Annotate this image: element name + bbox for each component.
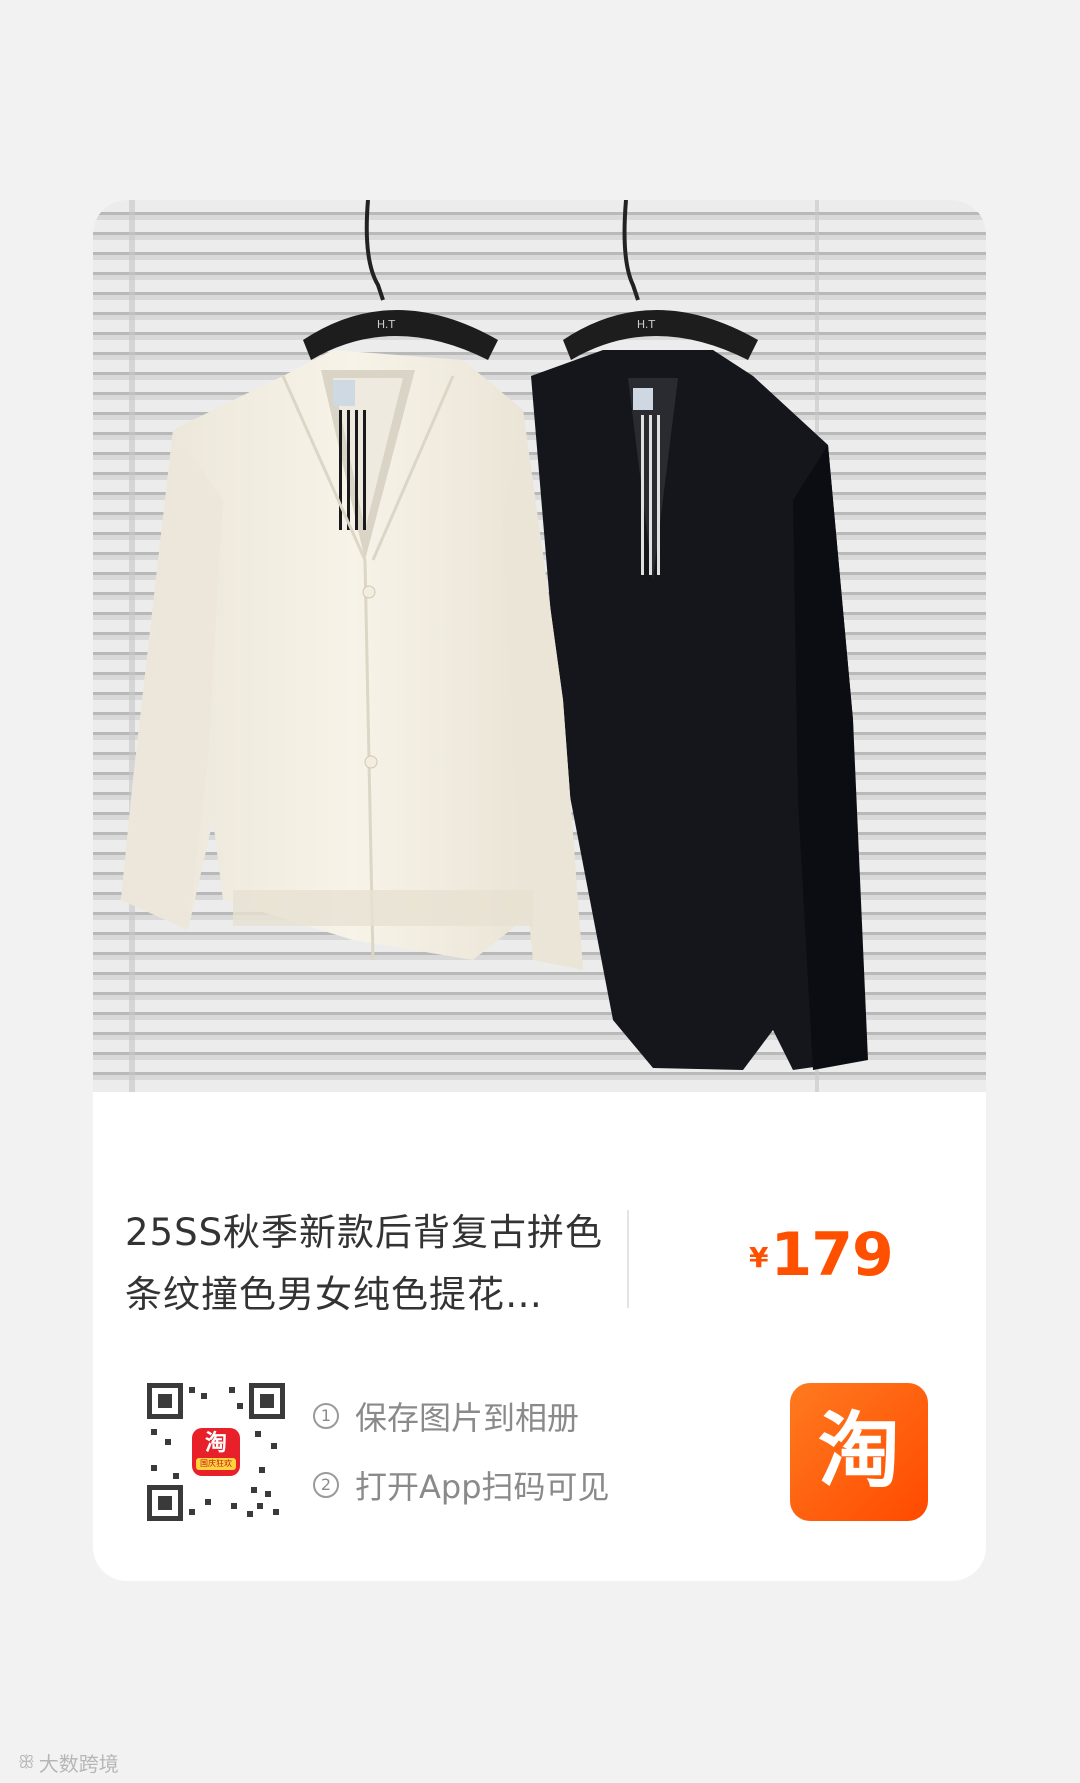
instruction-scan-text: 打开App扫码可见: [355, 1468, 610, 1506]
divider: [627, 1210, 629, 1308]
qr-badge-sub: 国庆狂欢: [196, 1458, 236, 1470]
instruction-save-text: 保存图片到相册: [355, 1399, 580, 1437]
instruction-save: 1 保存图片到相册: [313, 1393, 579, 1439]
product-price: ¥179: [749, 1220, 894, 1290]
hanger-label: H.T: [637, 318, 656, 331]
step-number-1: 1: [313, 1403, 339, 1429]
taobao-app-icon[interactable]: 淘: [790, 1383, 928, 1521]
product-image[interactable]: H.T H.T: [93, 200, 986, 1092]
qr-code[interactable]: 淘 国庆狂欢: [147, 1383, 285, 1521]
step-number-2: 2: [313, 1472, 339, 1498]
instruction-scan: 2 打开App扫码可见: [313, 1462, 610, 1508]
currency-symbol: ¥: [749, 1241, 769, 1274]
product-info: 25SS秋季新款后背复古拼色条纹撞色男女纯色提花… ¥179: [93, 1092, 986, 1332]
price-amount: 179: [770, 1220, 893, 1290]
product-title[interactable]: 25SS秋季新款后背复古拼色条纹撞色男女纯色提花…: [125, 1202, 605, 1326]
share-card: H.T H.T 25SS秋季新款后背复古拼色条纹撞色男女纯色提花… ¥179 淘…: [93, 200, 986, 1581]
hanger-label: H.T: [377, 318, 396, 331]
qr-badge-icon: 淘 国庆狂欢: [192, 1428, 240, 1476]
watermark-text: 大数跨境: [38, 1752, 119, 1776]
qr-badge-glyph: 淘: [204, 1431, 227, 1456]
watermark-logo-icon: ꕥ: [18, 1752, 35, 1773]
watermark: ꕥ 大数跨境: [18, 1748, 119, 1777]
